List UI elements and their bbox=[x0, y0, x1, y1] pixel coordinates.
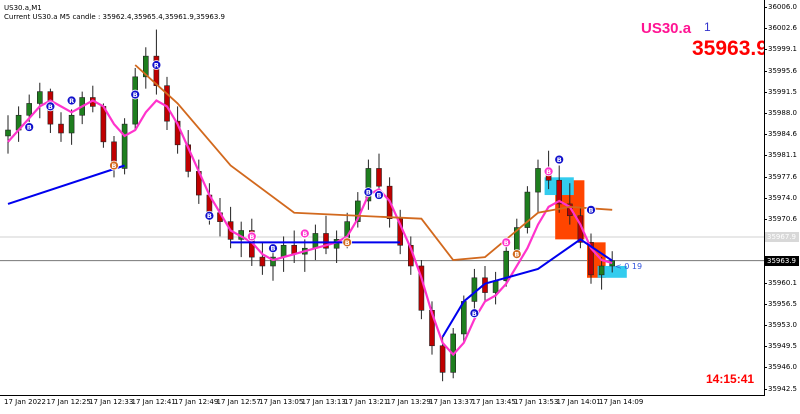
signal-marker-label: R bbox=[69, 97, 74, 105]
signal-marker-label: B bbox=[504, 239, 509, 247]
candle bbox=[132, 76, 138, 125]
chart-window-title: US30.a,M1 bbox=[4, 4, 42, 12]
candle bbox=[164, 85, 170, 122]
candle bbox=[492, 280, 499, 293]
signal-marker-label: B bbox=[557, 156, 562, 164]
candle bbox=[259, 256, 266, 267]
signal-marker-label: B bbox=[48, 103, 53, 111]
time-tick-label: 17 Jan 13:37 bbox=[429, 398, 474, 406]
price-tick-label: 35946.0 bbox=[764, 363, 797, 372]
price-tick-label: 36002.6 bbox=[764, 24, 797, 33]
price-tick-label: 35960.1 bbox=[764, 278, 797, 287]
signal-marker-label: B bbox=[589, 206, 594, 214]
ma-blue-line bbox=[7, 164, 125, 205]
ask-price-tag: 35967.9 bbox=[765, 232, 799, 242]
time-axis[interactable]: 17 Jan 2022 17 Jan 12:25 17 Jan 12:33 17 Ja… bbox=[0, 396, 765, 414]
time-tick-label: 17 Jan 13:29 bbox=[386, 398, 431, 406]
price-tick-label: 35949.5 bbox=[764, 342, 797, 351]
time-tick-label: 17 Jan 12:25 bbox=[46, 398, 91, 406]
time-tick-label: 17 Jan 13:05 bbox=[259, 398, 304, 406]
candle bbox=[68, 114, 75, 134]
time-tick-label: 17 Jan 13:45 bbox=[471, 398, 516, 406]
time-tick-label: 17 Jan 12:49 bbox=[174, 398, 219, 406]
current-price-display: 35963.9 bbox=[692, 37, 765, 60]
chart-plot-area[interactable]: BBRBBRBBBBBBBBBBBBB US30.a,M1 Current US… bbox=[0, 0, 765, 396]
time-tick-label: 17 Jan 12:33 bbox=[89, 398, 134, 406]
price-tick-label: 35999.1 bbox=[764, 45, 797, 54]
signal-marker-label: B bbox=[546, 168, 551, 176]
candle bbox=[598, 265, 605, 276]
price-tick-label: 35988.0 bbox=[764, 109, 797, 117]
price-tick-label: 35991.5 bbox=[764, 87, 797, 96]
price-tick-label: 35942.5 bbox=[764, 384, 797, 393]
clock-display: 14:15:41 bbox=[706, 372, 755, 386]
ma-blue-line bbox=[441, 238, 613, 338]
signal-marker-label: B bbox=[302, 230, 307, 238]
candle bbox=[439, 345, 446, 373]
candle-info-text: Current US30.a M5 candle : 35962.4,35965… bbox=[4, 13, 225, 21]
price-axis[interactable]: 36006.0 36002.6 35999.1 35995.6 35991.5 35988… bbox=[764, 0, 800, 396]
signal-marker-label: B bbox=[366, 189, 371, 197]
price-tick-label: 35995.6 bbox=[764, 66, 797, 75]
symbol-label: US30.a bbox=[641, 20, 692, 37]
signal-marker-label: R bbox=[154, 62, 159, 70]
signal-marker-label: B bbox=[249, 233, 254, 241]
time-tick-label: 17 Jan 2022 bbox=[4, 398, 46, 406]
candle bbox=[312, 233, 319, 249]
signal-marker-label: B bbox=[514, 251, 519, 259]
candle bbox=[100, 106, 107, 143]
candle bbox=[376, 168, 382, 187]
price-tick-label: 35977.6 bbox=[764, 172, 797, 181]
candle bbox=[471, 277, 478, 302]
price-tick-label: 36006.0 bbox=[764, 3, 797, 11]
signal-marker-label: B bbox=[207, 212, 212, 220]
price-tick-label: 35984.6 bbox=[764, 130, 797, 139]
candle bbox=[535, 168, 541, 193]
candle bbox=[121, 123, 128, 169]
price-tick-label: 35970.6 bbox=[764, 215, 797, 223]
candle bbox=[36, 91, 43, 104]
time-tick-label: 17 Jan 14:01 bbox=[556, 398, 601, 406]
price-tick-label: 35974.0 bbox=[764, 193, 797, 202]
candle bbox=[280, 244, 287, 258]
candle bbox=[58, 123, 64, 134]
signal-marker-label: B bbox=[271, 245, 276, 253]
time-tick-label: 17 Jan 13:13 bbox=[301, 398, 346, 406]
candle bbox=[5, 129, 11, 137]
price-tick-label: 35953.0 bbox=[764, 321, 797, 329]
time-tick-label: 17 Jan 13:21 bbox=[344, 398, 389, 406]
time-tick-label: 17 Jan 14:09 bbox=[599, 398, 644, 406]
current-price-tag: 35963.9 bbox=[765, 255, 799, 266]
signal-marker-label: B bbox=[377, 192, 382, 200]
signal-marker-label: B bbox=[133, 91, 138, 99]
ma-orange-line bbox=[134, 64, 613, 262]
chart-canvas[interactable]: BBRBBRBBBBBB BBBBBBB bbox=[0, 0, 765, 396]
time-tick-label: 17 Jan 12:57 bbox=[216, 398, 261, 406]
time-tick-label: 17 Jan 13:53 bbox=[514, 398, 559, 406]
time-tick-label: 17 Jan 12:41 bbox=[131, 398, 176, 406]
signal-marker-label: B bbox=[472, 310, 477, 318]
signal-marker-label: B bbox=[112, 162, 117, 170]
candle bbox=[26, 103, 33, 116]
price-tick-label: 35956.5 bbox=[764, 299, 797, 308]
signal-marker-label: B bbox=[345, 239, 350, 247]
spread-label: < 0 19 bbox=[615, 262, 643, 271]
symbol-number: 1 bbox=[704, 20, 711, 34]
price-tick-label: 35981.1 bbox=[764, 151, 797, 160]
signal-marker-label: B bbox=[27, 124, 32, 132]
